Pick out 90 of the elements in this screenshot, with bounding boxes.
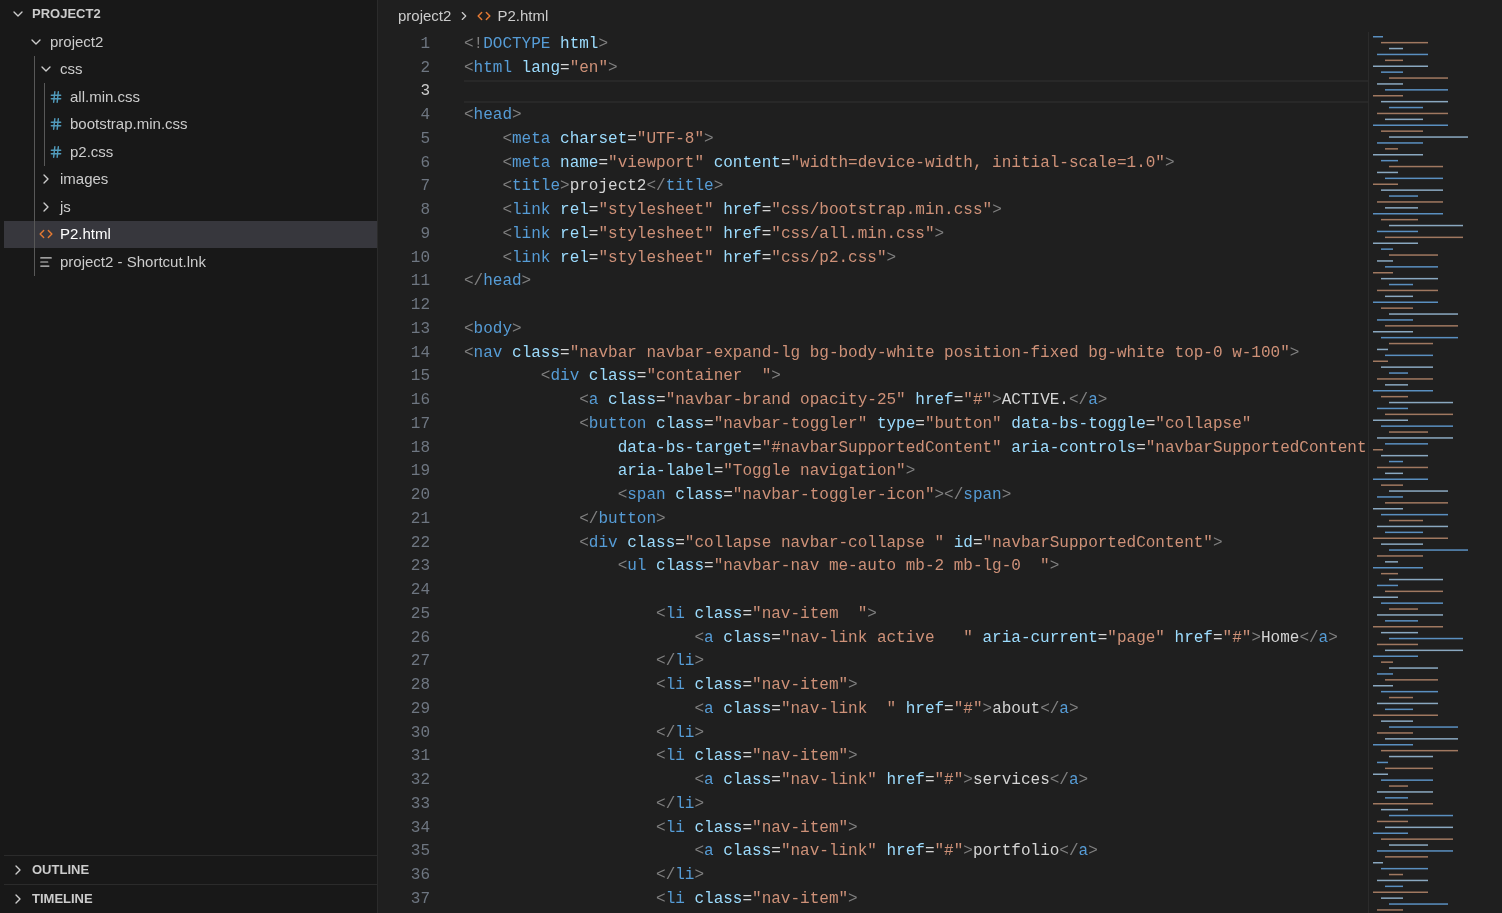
line-number: 9	[419, 223, 430, 245]
code-line: <li class="nav-item ">	[655, 603, 877, 625]
line-number: 5	[419, 128, 430, 150]
code-line: <button class="navbar-toggler" type="button" data-bs-toggle="collapse"	[578, 413, 1252, 435]
code-line: <li class="nav-item">	[655, 675, 858, 697]
code-line: <!DOCTYPE html>	[464, 33, 609, 55]
line-number: 3	[419, 81, 430, 103]
hash-icon	[49, 117, 63, 132]
line-number: 24	[409, 580, 430, 602]
line-number: 19	[409, 461, 430, 483]
line-number: 11	[409, 271, 430, 293]
tree-item[interactable]: images	[4, 165, 377, 193]
tree-item[interactable]: css	[4, 55, 377, 83]
line-number: 1	[419, 33, 430, 55]
code-line: <a class="nav-link" href="#">services</a>	[693, 770, 1089, 792]
code-line: <a class="navbar-brand opacity-25" href="#">ACTIVE.</a>	[578, 390, 1108, 412]
code-line: aria-label="Toggle navigation">	[616, 461, 916, 483]
line-number: 32	[409, 770, 430, 792]
code-line: <ul class="navbar-nav me-auto mb-2 mb-lg-0 ">	[616, 556, 1060, 578]
code-line: <a class="nav-link" href="#">portfolio</a>	[693, 841, 1098, 863]
line-number: 4	[419, 105, 430, 127]
line-number: 7	[419, 176, 430, 198]
line-number: 33	[409, 793, 430, 815]
code-line: <body>	[464, 318, 522, 340]
code-line: <a class="nav-link " href="#">about</a>	[693, 698, 1079, 720]
tree-item[interactable]: P2.html	[4, 220, 377, 248]
tree-item[interactable]: bootstrap.min.css	[4, 110, 377, 138]
line-number: 23	[409, 556, 430, 578]
tree-item[interactable]: p2.css	[4, 138, 377, 166]
code-line: <meta name="viewport" content="width=device-width, initial-scale=1.0">	[501, 152, 1175, 174]
line-number: 31	[409, 746, 430, 768]
line-number: 28	[409, 675, 430, 697]
line-number: 27	[409, 651, 430, 673]
line-number: 20	[409, 485, 430, 507]
code-line: <meta charset="UTF-8">	[501, 128, 714, 150]
line-number: 22	[409, 532, 430, 554]
code-line: </li>	[655, 793, 705, 815]
code-line: <li class="nav-item">	[655, 888, 858, 910]
line-number: 35	[409, 841, 430, 863]
code-line: <link rel="stylesheet" href="css/p2.css">	[501, 247, 897, 269]
tree-item[interactable]: all.min.css	[4, 83, 377, 111]
code-line: </head>	[464, 271, 532, 293]
hash-icon	[49, 144, 63, 159]
code-line: </button>	[578, 508, 666, 530]
code-line: <li class="nav-item">	[655, 817, 858, 839]
code-icon	[477, 9, 492, 23]
code-line: <span class="navbar-toggler-icon"></span>	[616, 485, 1012, 507]
code-line: <title>project2</title>	[501, 176, 724, 198]
code-line: </li>	[655, 722, 705, 744]
line-number: 29	[409, 698, 430, 720]
code-line: <div class="collapse navbar-collapse " id="navbarSupportedContent">	[578, 532, 1223, 554]
line-number: 10	[409, 247, 430, 269]
line-number: 26	[409, 627, 430, 649]
line-number: 18	[409, 437, 430, 459]
section-header[interactable]: TIMELINE	[4, 885, 377, 913]
line-number: 12	[409, 295, 430, 317]
lines-icon	[39, 254, 53, 269]
code-line: <li class="nav-item">	[655, 746, 858, 768]
breadcrumb-item[interactable]: project2	[398, 4, 452, 28]
breadcrumb-item[interactable]: P2.html	[477, 4, 549, 28]
line-number: 25	[409, 603, 430, 625]
line-number: 2	[419, 57, 430, 79]
section-header[interactable]: OUTLINE	[4, 856, 377, 884]
code-line: <html lang="en">	[464, 57, 618, 79]
code-line: </li>	[655, 651, 705, 673]
line-number: 16	[409, 390, 430, 412]
code-line: <head>	[464, 105, 522, 127]
line-number: 14	[409, 342, 430, 364]
line-number: 13	[409, 318, 430, 340]
line-number: 36	[409, 865, 430, 887]
line-number: 30	[409, 722, 430, 744]
tree-item[interactable]: project2 - Shortcut.lnk	[4, 248, 377, 276]
line-number: 34	[409, 817, 430, 839]
code-line: <link rel="stylesheet" href="css/bootstrap.min.css">	[501, 200, 1002, 222]
code-line: </li>	[655, 865, 705, 887]
code-line: <div class="container ">	[539, 366, 781, 388]
line-number: 17	[409, 413, 430, 435]
code-line: <a class="nav-link active " aria-current="page" href="#">Home</a>	[693, 627, 1338, 649]
line-number: 15	[409, 366, 430, 388]
line-number: 21	[409, 508, 430, 530]
line-number: 37	[409, 888, 430, 910]
code-line: <link rel="stylesheet" href="css/all.min.css">	[501, 223, 945, 245]
line-number: 6	[419, 152, 430, 174]
tree-item[interactable]: project2	[4, 28, 377, 56]
hash-icon	[49, 89, 63, 104]
code-line: <nav class="navbar navbar-expand-lg bg-body-white position-fixed bg-white top-0 w-100">	[464, 342, 1300, 364]
code-line: data-bs-target="#navbarSupportedContent" aria-controls="navbarSupportedContent	[616, 437, 1367, 459]
tree-item[interactable]: js	[4, 193, 377, 221]
section-header[interactable]: PROJECT2	[4, 0, 377, 28]
line-number: 8	[419, 200, 430, 222]
